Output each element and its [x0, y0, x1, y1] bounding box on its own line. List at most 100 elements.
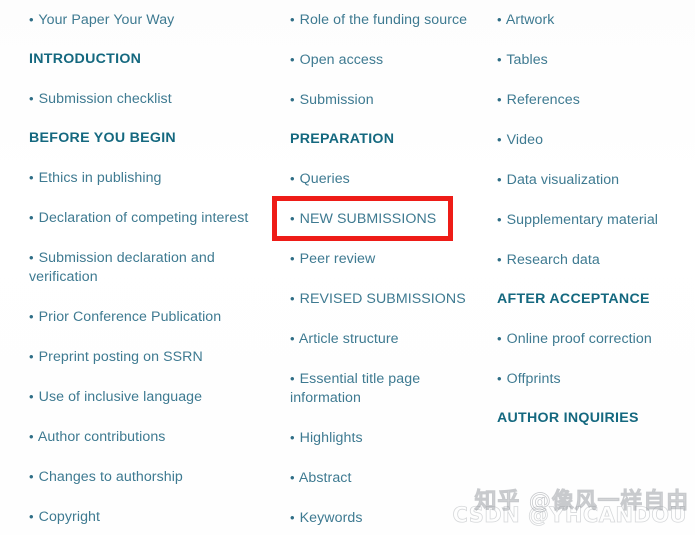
bullet-icon: •: [290, 430, 295, 445]
nav-link-ethics-in-publishing[interactable]: • Ethics in publishing: [29, 168, 262, 188]
nav-link-label: Copyright: [38, 509, 100, 525]
nav-link-label: Role of the funding source: [299, 12, 468, 28]
bullet-icon: •: [497, 132, 502, 147]
bullet-icon: •: [290, 510, 295, 525]
nav-link-use-of-inclusive-language[interactable]: • Use of inclusive language: [29, 387, 262, 407]
bullet-icon: •: [497, 12, 502, 27]
nav-link-your-paper-your-way[interactable]: • Your Paper Your Way: [29, 10, 262, 30]
nav-link-research-data[interactable]: • Research data: [497, 250, 689, 270]
bullet-icon: •: [29, 12, 34, 27]
bullet-icon: •: [497, 252, 502, 267]
nav-link-label: Peer review: [299, 251, 376, 267]
bullet-icon: •: [290, 211, 295, 226]
nav-link-submission-declaration-and-verification[interactable]: • Submission declaration and verificatio…: [29, 248, 262, 287]
section-heading-before-you-begin: BEFORE YOU BEGIN: [29, 130, 176, 146]
nav-link-label: Submission: [299, 92, 374, 108]
section-heading-author-inquiries: AUTHOR INQUIRIES: [497, 410, 639, 426]
bullet-icon: •: [497, 52, 502, 67]
bullet-icon: •: [29, 349, 34, 364]
nav-link-article-structure[interactable]: • Article structure: [290, 329, 481, 349]
nav-link-video[interactable]: • Video: [497, 130, 689, 150]
nav-link-prior-conference-publication[interactable]: • Prior Conference Publication: [29, 307, 262, 327]
nav-link-submission-checklist[interactable]: • Submission checklist: [29, 89, 262, 109]
nav-link-label: Abstract: [298, 470, 352, 486]
nav-link-label: Online proof correction: [506, 331, 652, 347]
nav-link-changes-to-authorship[interactable]: • Changes to authorship: [29, 467, 262, 487]
nav-link-essential-title-page-information[interactable]: • Essential title page information: [290, 369, 481, 408]
nav-link-highlights[interactable]: • Highlights: [290, 428, 481, 448]
nav-link-label: NEW SUBMISSIONS: [299, 211, 437, 227]
nav-link-label: Essential title page information: [290, 371, 421, 406]
nav-link-label: REVISED SUBMISSIONS: [299, 291, 466, 307]
bullet-icon: •: [29, 429, 34, 444]
nav-link-label: Submission declaration and verification: [29, 250, 215, 285]
nav-link-label: Declaration of competing interest: [38, 210, 249, 226]
nav-link-preprint-posting-on-ssrn[interactable]: • Preprint posting on SSRN: [29, 347, 262, 367]
nav-link-role-of-the-funding-source[interactable]: • Role of the funding source: [290, 10, 481, 30]
nav-link-new-submissions[interactable]: • NEW SUBMISSIONS: [290, 209, 481, 229]
nav-link-label: Changes to authorship: [38, 469, 183, 485]
section-heading-after-acceptance: AFTER ACCEPTANCE: [497, 291, 650, 307]
nav-link-label: Prior Conference Publication: [38, 309, 222, 325]
nav-link-label: Preprint posting on SSRN: [38, 349, 203, 365]
bullet-icon: •: [29, 309, 34, 324]
nav-link-label: Artwork: [505, 12, 555, 28]
bullet-icon: •: [29, 170, 34, 185]
nav-columns: • Your Paper Your Way INTRODUCTION • Sub…: [0, 0, 695, 535]
nav-link-author-contributions[interactable]: • Author contributions: [29, 427, 262, 447]
bullet-icon: •: [29, 250, 34, 265]
nav-link-data-visualization[interactable]: • Data visualization: [497, 170, 689, 190]
bullet-icon: •: [497, 172, 502, 187]
bullet-icon: •: [290, 92, 295, 107]
nav-link-copyright[interactable]: • Copyright: [29, 507, 262, 527]
bullet-icon: •: [29, 469, 34, 484]
nav-link-label: Highlights: [299, 430, 363, 446]
nav-link-label: Open access: [299, 52, 384, 68]
nav-link-peer-review[interactable]: • Peer review: [290, 249, 481, 269]
nav-link-label: Your Paper Your Way: [38, 12, 175, 28]
nav-link-tables[interactable]: • Tables: [497, 50, 689, 70]
bullet-icon: •: [290, 371, 295, 386]
nav-link-label: Author contributions: [37, 429, 166, 445]
nav-link-label: Use of inclusive language: [38, 389, 203, 405]
bullet-icon: •: [497, 92, 502, 107]
nav-column-two: • Role of the funding source • Open acce…: [272, 0, 487, 535]
section-heading-introduction: INTRODUCTION: [29, 51, 142, 67]
bullet-icon: •: [497, 212, 502, 227]
nav-link-label: Video: [506, 132, 544, 148]
bullet-icon: •: [497, 371, 502, 386]
nav-link-queries[interactable]: • Queries: [290, 169, 481, 189]
nav-link-declaration-of-competing-interest[interactable]: • Declaration of competing interest: [29, 208, 262, 228]
nav-link-artwork[interactable]: • Artwork: [497, 10, 689, 30]
bullet-icon: •: [290, 52, 295, 67]
bullet-icon: •: [290, 291, 295, 306]
nav-link-label: Ethics in publishing: [38, 170, 162, 186]
bullet-icon: •: [290, 251, 295, 266]
nav-link-label: Supplementary material: [506, 212, 659, 228]
nav-link-supplementary-material[interactable]: • Supplementary material: [497, 210, 689, 230]
nav-link-label: Queries: [299, 171, 350, 187]
nav-link-label: Article structure: [298, 331, 399, 347]
nav-link-revised-submissions[interactable]: • REVISED SUBMISSIONS: [290, 289, 481, 309]
nav-link-label: Tables: [506, 52, 548, 68]
nav-link-label: Data visualization: [506, 172, 620, 188]
nav-link-label: Research data: [506, 252, 600, 268]
nav-link-label: Offprints: [506, 371, 561, 387]
nav-link-references[interactable]: • References: [497, 90, 689, 110]
bullet-icon: •: [29, 509, 34, 524]
nav-column-three: • Artwork • Tables • References • Video …: [487, 0, 695, 448]
nav-link-offprints[interactable]: • Offprints: [497, 369, 689, 389]
bullet-icon: •: [290, 331, 295, 346]
nav-link-label: Keywords: [299, 510, 363, 526]
bullet-icon: •: [290, 12, 295, 27]
bullet-icon: •: [290, 470, 295, 485]
nav-link-abstract[interactable]: • Abstract: [290, 468, 481, 488]
nav-link-label: Submission checklist: [38, 91, 172, 107]
nav-column-one: • Your Paper Your Way INTRODUCTION • Sub…: [0, 0, 272, 535]
nav-link-submission[interactable]: • Submission: [290, 90, 481, 110]
nav-link-keywords[interactable]: • Keywords: [290, 508, 481, 528]
nav-link-open-access[interactable]: • Open access: [290, 50, 481, 70]
bullet-icon: •: [29, 210, 34, 225]
nav-link-online-proof-correction[interactable]: • Online proof correction: [497, 329, 689, 349]
nav-link-label: References: [506, 92, 580, 108]
